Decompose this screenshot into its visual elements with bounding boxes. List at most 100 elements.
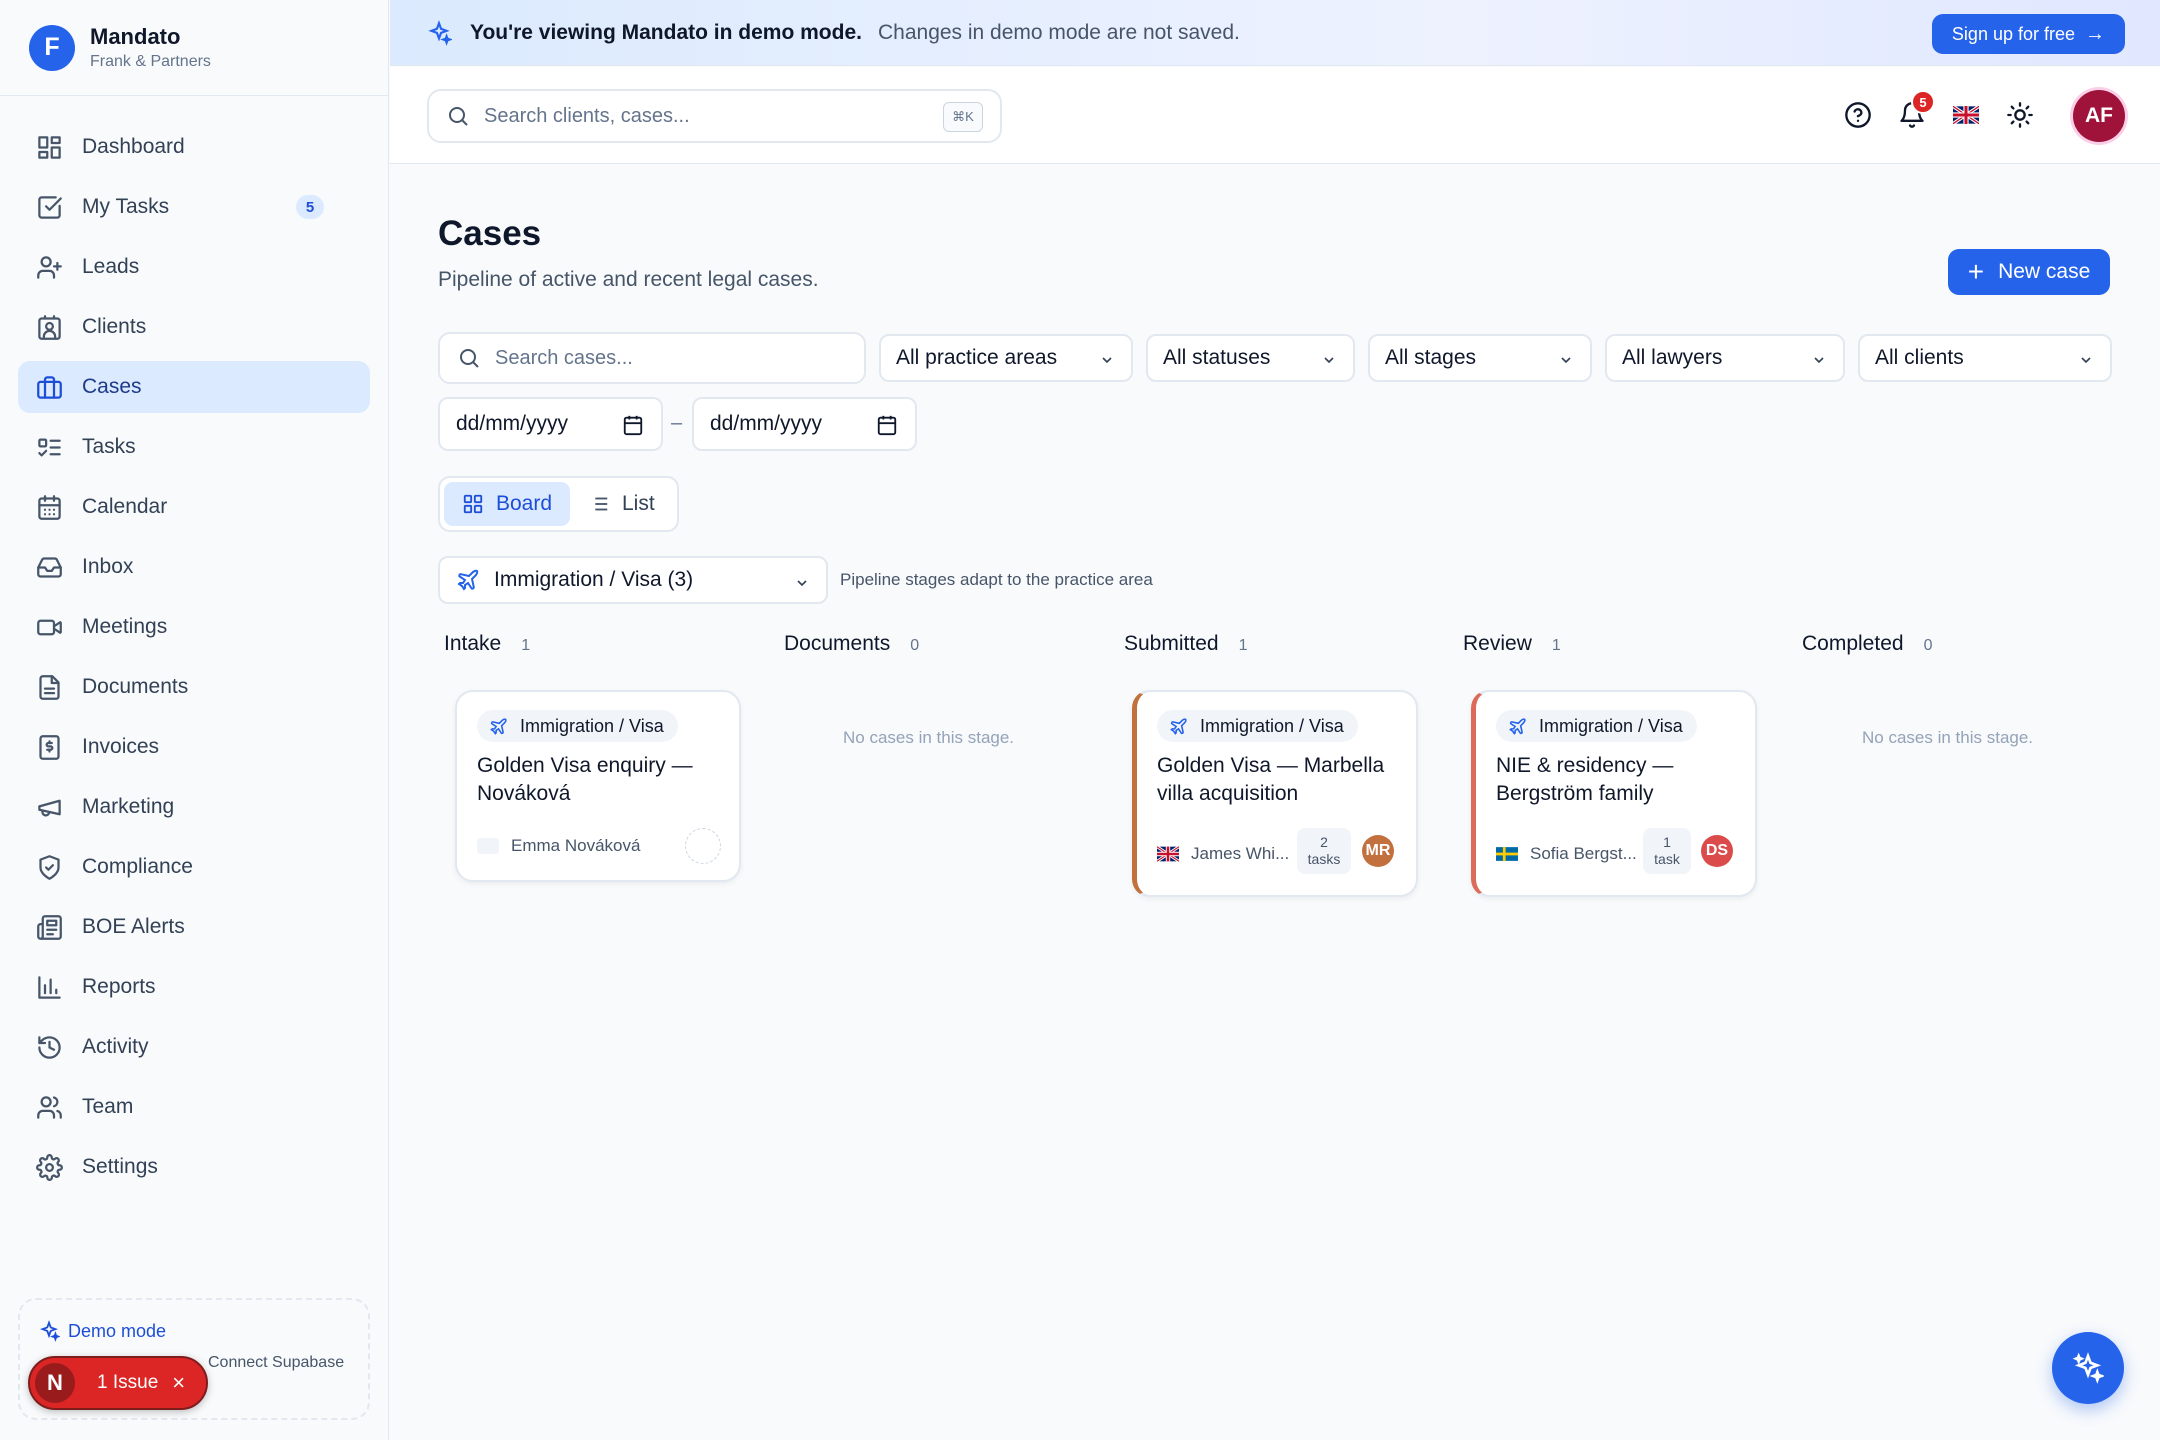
help-button[interactable]: [1841, 98, 1875, 132]
sidebar-item-tasks[interactable]: Tasks: [18, 421, 370, 473]
theme-toggle-button[interactable]: [2003, 98, 2037, 132]
brand-logo: F: [29, 24, 75, 71]
brand-header[interactable]: F Mandato Frank & Partners: [0, 0, 388, 96]
client-filter[interactable]: All clients: [1858, 334, 2112, 382]
column-count: 1: [521, 637, 531, 654]
chevron-down-icon: [2078, 350, 2094, 366]
sidebar-item-clients[interactable]: Clients: [18, 301, 370, 353]
board-view-button[interactable]: Board: [444, 482, 570, 526]
ai-assistant-button[interactable]: [2052, 1332, 2124, 1404]
sidebar-item-label: Cases: [82, 375, 142, 398]
plane-icon: [457, 569, 479, 591]
sidebar-item-leads[interactable]: Leads: [18, 241, 370, 293]
sidebar-item-cases[interactable]: Cases: [18, 361, 370, 413]
sidebar-item-reports[interactable]: Reports: [18, 961, 370, 1013]
flag-placeholder-icon: [477, 838, 499, 854]
case-title: NIE & residency — Bergström family: [1496, 754, 1674, 805]
notification-count: 5: [1911, 90, 1935, 114]
task-count-unit: task: [1654, 851, 1680, 867]
case-client: Sofia Bergst...: [1496, 844, 1637, 864]
chevron-down-icon: [794, 573, 810, 597]
sidebar: F Mandato Frank & Partners Dashboard My …: [0, 0, 389, 1440]
lawyer-filter[interactable]: All lawyers: [1605, 334, 1845, 382]
column-title: Documents: [784, 632, 891, 655]
sidebar-item-compliance[interactable]: Compliance: [18, 841, 370, 893]
sidebar-item-marketing[interactable]: Marketing: [18, 781, 370, 833]
case-card[interactable]: Immigration / Visa NIE & residency — Ber…: [1471, 690, 1757, 897]
case-card[interactable]: Immigration / Visa Golden Visa — Marbell…: [1132, 690, 1418, 897]
date-range-separator: –: [671, 412, 683, 434]
case-search-input[interactable]: Search cases...: [438, 332, 866, 384]
stage-filter[interactable]: All stages: [1368, 334, 1592, 382]
demo-mode-label: Demo mode: [68, 1320, 167, 1341]
sidebar-item-team[interactable]: Team: [18, 1081, 370, 1133]
sweden-flag-icon: [1496, 847, 1518, 861]
sidebar-item-label: Activity: [82, 1035, 149, 1058]
global-search-input[interactable]: Search clients, cases... ⌘K: [427, 89, 1002, 143]
sidebar-item-label: Tasks: [82, 435, 136, 458]
view-toggle: Board List: [438, 476, 679, 532]
new-case-button[interactable]: + New case: [1948, 249, 2110, 295]
case-client: Emma Nováková: [477, 836, 640, 856]
case-card[interactable]: Immigration / Visa Golden Visa enquiry —…: [455, 690, 741, 882]
uk-flag-icon: [1157, 846, 1179, 862]
practice-area-hint: Pipeline stages adapt to the practice ar…: [840, 570, 1153, 589]
column-title: Intake: [444, 632, 502, 655]
chevron-down-icon: [1321, 350, 1337, 366]
language-button[interactable]: [1949, 98, 1983, 132]
user-plus-icon: [37, 255, 62, 279]
date-from-input[interactable]: dd/mm/yyyy: [438, 397, 663, 451]
date-placeholder: dd/mm/yyyy: [456, 412, 569, 435]
tag-label: Immigration / Visa: [1539, 715, 1683, 736]
lawyer-avatar[interactable]: DS: [1701, 835, 1733, 867]
notifications-button[interactable]: 5: [1895, 90, 1935, 132]
practice-area-tag: Immigration / Visa: [1496, 710, 1697, 742]
sidebar-item-boe-alerts[interactable]: BOE Alerts: [18, 901, 370, 953]
new-case-label: New case: [1998, 260, 2091, 283]
issues-indicator[interactable]: N 1 Issue ×: [28, 1356, 208, 1410]
close-icon[interactable]: ×: [172, 1370, 185, 1396]
video-icon: [37, 619, 62, 635]
column-header-completed: Completed 0: [1802, 632, 1932, 656]
sidebar-item-invoices[interactable]: Invoices: [18, 721, 370, 773]
megaphone-icon: [38, 799, 61, 816]
list-icon: [590, 497, 608, 511]
column-count: 0: [910, 637, 920, 654]
users-icon: [37, 1095, 62, 1119]
task-count: 1: [1663, 834, 1671, 850]
sidebar-item-meetings[interactable]: Meetings: [18, 601, 370, 653]
column-title: Review: [1463, 632, 1532, 655]
sidebar-item-label: Team: [82, 1095, 134, 1118]
sidebar-item-documents[interactable]: Documents: [18, 661, 370, 713]
date-to-input[interactable]: dd/mm/yyyy: [692, 397, 917, 451]
plane-icon: [1509, 717, 1526, 735]
sidebar-item-label: Dashboard: [82, 135, 185, 158]
practice-area-select[interactable]: Immigration / Visa (3): [438, 556, 828, 604]
sidebar-item-inbox[interactable]: Inbox: [18, 541, 370, 593]
empty-column-message: No cases in this stage.: [843, 728, 1015, 747]
sidebar-item-my-tasks[interactable]: My Tasks 5: [18, 181, 370, 233]
sidebar-item-dashboard[interactable]: Dashboard: [18, 121, 370, 173]
lawyer-avatar[interactable]: MR: [1362, 835, 1394, 867]
connect-supabase-link[interactable]: Connect Supabase: [208, 1354, 344, 1372]
sidebar-item-calendar[interactable]: Calendar: [18, 481, 370, 533]
demo-banner-title: You're viewing Mandato in demo mode.: [470, 20, 862, 44]
column-header-intake: Intake 1: [444, 632, 530, 656]
sidebar-item-label: Invoices: [82, 735, 160, 758]
sidebar-item-label: Inbox: [82, 555, 134, 578]
status-filter[interactable]: All statuses: [1146, 334, 1355, 382]
sidebar-item-activity[interactable]: Activity: [18, 1021, 370, 1073]
sidebar-item-settings[interactable]: Settings: [18, 1141, 370, 1193]
sparkles-icon: [428, 19, 452, 46]
list-view-button[interactable]: List: [588, 482, 655, 526]
user-avatar[interactable]: AF: [2073, 90, 2125, 142]
sidebar-item-label: Reports: [82, 975, 156, 998]
tag-label: Immigration / Visa: [1200, 715, 1344, 736]
practice-area-filter[interactable]: All practice areas: [879, 334, 1133, 382]
sidebar-item-label: My Tasks: [82, 195, 170, 218]
sparkles-icon: [39, 1320, 60, 1342]
signup-button[interactable]: Sign up for free →: [1931, 14, 2125, 54]
sidebar-item-label: Clients: [82, 315, 147, 338]
unassigned-avatar[interactable]: [685, 828, 721, 864]
demo-mode-link[interactable]: Demo mode: [38, 1320, 166, 1342]
